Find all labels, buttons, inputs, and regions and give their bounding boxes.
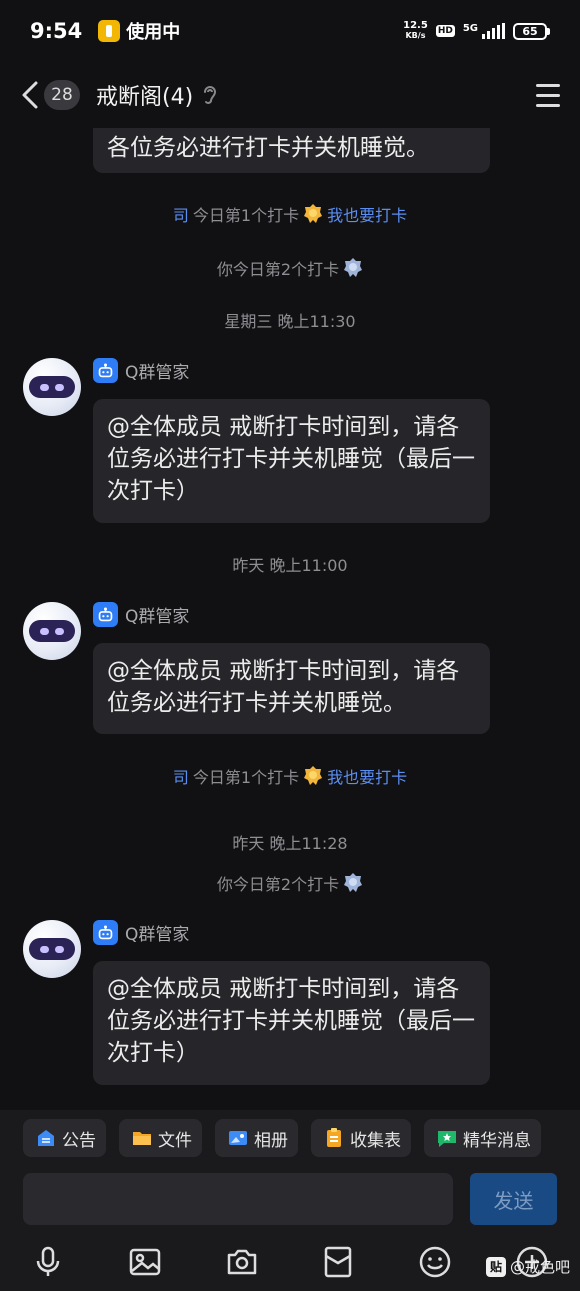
group-title[interactable]: 戒断阁(4)	[96, 79, 193, 111]
back-button[interactable]: 28	[20, 80, 80, 110]
status-icons: 12.5 KB/s HD 5G 65	[403, 21, 550, 41]
chevron-left-icon	[22, 81, 38, 109]
sender-name: Q群管家	[93, 920, 189, 945]
watermark: 贴 @戒色吧	[485, 1256, 570, 1277]
message-bubble[interactable]: 各位务必进行打卡并关机睡觉。	[93, 128, 490, 173]
checkin-action-link[interactable]: 我也要打卡	[327, 764, 407, 788]
camera-icon	[227, 1249, 256, 1274]
files-button[interactable]: 文件	[119, 1119, 202, 1157]
highlight-messages-button[interactable]: 精华消息	[424, 1119, 541, 1157]
message-text: 各位务必进行打卡并关机睡觉。	[107, 135, 429, 161]
checkin-notice: 司今日第1个打卡 我也要打卡	[0, 764, 580, 788]
battery-icon: 65	[513, 22, 550, 40]
message-text: @全体成员 戒断打卡时间到，请各位务必进行打卡并关机睡觉。	[107, 658, 460, 716]
robot-icon	[93, 920, 118, 945]
message-bubble[interactable]: @全体成员 戒断打卡时间到，请各位务必进行打卡并关机睡觉（最后一次打卡）	[93, 961, 490, 1085]
status-bar: 9:54 使用中 12.5 KB/s HD 5G 65	[0, 0, 580, 62]
checkin-notice: 司今日第1个打卡 我也要打卡	[0, 202, 580, 226]
emoji-button[interactable]	[417, 1244, 453, 1280]
red-packet-icon	[325, 1246, 352, 1277]
checkin-notice: 你今日第2个打卡	[0, 871, 580, 895]
announcement-button[interactable]: 公告	[23, 1119, 106, 1157]
message-text: @全体成员 戒断打卡时间到，请各位务必进行打卡并关机睡觉（最后一次打卡）	[107, 414, 475, 504]
input-row: 发送	[0, 1166, 580, 1232]
image-icon	[129, 1248, 161, 1275]
avatar[interactable]	[23, 602, 81, 660]
album-icon	[229, 1131, 247, 1145]
announcement-icon	[38, 1130, 54, 1146]
checkin-action-link[interactable]: 我也要打卡	[327, 202, 407, 226]
sender-name: Q群管家	[93, 358, 189, 383]
flashlight-icon	[98, 20, 121, 42]
message-bubble[interactable]: @全体成员 戒断打卡时间到，请各位务必进行打卡并关机睡觉。	[93, 643, 490, 734]
gold-medal-icon	[304, 766, 323, 785]
microphone-icon	[36, 1246, 60, 1276]
gold-medal-icon	[304, 204, 323, 223]
timestamp: 昨天 晚上11:28	[232, 834, 348, 853]
silver-medal-icon	[344, 258, 363, 277]
timestamp: 星期三 晚上11:30	[224, 312, 356, 331]
bottom-toolbar: 贴 @戒色吧	[0, 1232, 580, 1291]
net-speed: 12.5 KB/s	[403, 20, 428, 41]
voice-button[interactable]	[30, 1244, 66, 1280]
avatar[interactable]	[23, 920, 81, 978]
ear-icon	[204, 86, 217, 104]
checkin-notice: 你今日第2个打卡	[0, 256, 580, 280]
notice-sender[interactable]: 司	[173, 764, 189, 788]
send-button[interactable]: 发送	[470, 1173, 557, 1225]
quick-action-bar: 公告 文件 相册 收集表 精华消息	[0, 1110, 580, 1166]
silver-medal-icon	[344, 873, 363, 892]
sender-name: Q群管家	[93, 602, 189, 627]
form-icon	[327, 1128, 341, 1147]
timestamp: 昨天 晚上11:00	[232, 556, 348, 575]
camera-button[interactable]	[224, 1244, 260, 1280]
status-time: 9:54	[30, 19, 83, 43]
signal-icon: 5G	[463, 23, 505, 39]
avatar[interactable]	[23, 358, 81, 416]
in-use-label: 使用中	[126, 22, 181, 43]
robot-icon	[93, 358, 118, 383]
message-bubble[interactable]: @全体成员 戒断打卡时间到，请各位务必进行打卡并关机睡觉（最后一次打卡）	[93, 399, 490, 523]
form-button[interactable]: 收集表	[311, 1119, 411, 1157]
message-text: @全体成员 戒断打卡时间到，请各位务必进行打卡并关机睡觉（最后一次打卡）	[107, 976, 475, 1066]
image-button[interactable]	[127, 1244, 163, 1280]
robot-icon	[93, 602, 118, 627]
notice-sender[interactable]: 司	[173, 202, 189, 226]
chat-area[interactable]: 各位务必进行打卡并关机睡觉。 司今日第1个打卡 我也要打卡 你今日第2个打卡 星…	[0, 128, 580, 1110]
message-input[interactable]	[23, 1173, 453, 1225]
in-use-indicator: 使用中	[98, 18, 180, 44]
album-button[interactable]: 相册	[215, 1119, 298, 1157]
chat-header: 28 戒断阁(4)	[0, 62, 580, 128]
highlight-icon	[438, 1131, 456, 1147]
menu-button[interactable]	[536, 83, 560, 107]
red-packet-button[interactable]	[320, 1244, 356, 1280]
hd-icon: HD	[435, 25, 455, 37]
tieba-logo: 贴	[485, 1256, 506, 1277]
emoji-icon	[419, 1246, 451, 1277]
folder-icon	[133, 1132, 151, 1145]
unread-count-badge: 28	[44, 80, 80, 110]
